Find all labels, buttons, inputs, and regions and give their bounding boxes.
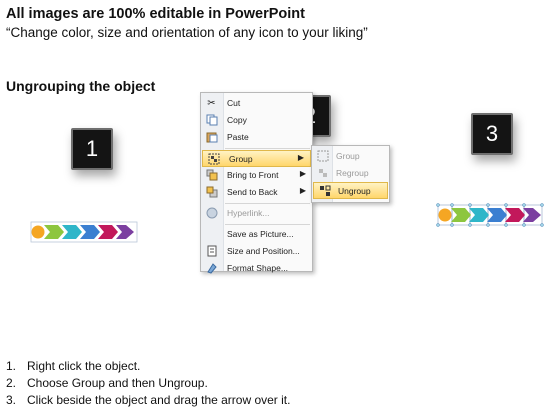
step-text: Click beside the object and drag the arr… [27, 393, 291, 407]
arrow-segment-blue [80, 225, 100, 239]
menu-item-label: Bring to Front [227, 170, 279, 180]
grouped-arrow-object[interactable] [28, 218, 140, 246]
bring-to-front-icon [205, 169, 218, 182]
menu-item-hyperlink[interactable]: Hyperlink... [201, 205, 312, 222]
step-number: 1. [6, 359, 17, 373]
arrow-segment-red [505, 208, 525, 222]
chevron-right-icon: ▶ [299, 186, 306, 195]
menu-separator [225, 148, 310, 149]
arrow-start-circle [438, 208, 452, 222]
menu-item-label: Send to Back [227, 187, 278, 197]
menu-item-size-and-position[interactable]: Size and Position... [201, 243, 312, 260]
scissors-icon: ✂ [207, 98, 216, 109]
step-number: 3. [6, 393, 17, 407]
regroup-icon [316, 167, 329, 180]
arrow-segment-green [44, 225, 64, 239]
menu-item-label: Group [229, 154, 253, 164]
step-badge-3: 3 [471, 113, 513, 155]
section-title: Ungrouping the object [6, 78, 156, 94]
menu-item-save-as-picture[interactable]: Save as Picture... [201, 226, 312, 243]
menu-item-label: Hyperlink... [227, 208, 270, 218]
menu-item-paste[interactable]: Paste [201, 129, 312, 146]
instruction-steps: 1. Right click the object. 2. Choose Group… [6, 358, 290, 409]
submenu-item-regroup[interactable]: Regroup [312, 165, 389, 182]
menu-item-bring-to-front[interactable]: Bring to Front ▶ [201, 167, 312, 184]
arrow-segment-green [451, 208, 471, 222]
arrow-segment-purple [116, 225, 134, 239]
ungroup-icon [318, 185, 331, 198]
step-1: 1. Right click the object. [6, 358, 290, 375]
menu-item-label: Format Shape... [227, 263, 288, 273]
menu-item-label: Save as Picture... [227, 229, 294, 239]
chevron-right-icon: ▶ [297, 153, 304, 162]
page-title: All images are 100% editable in PowerPoi… [6, 6, 305, 22]
menu-item-send-to-back[interactable]: Send to Back ▶ [201, 184, 312, 201]
arrow-segment-red [98, 225, 118, 239]
paste-icon [205, 131, 218, 144]
group-icon [316, 150, 329, 163]
format-shape-icon [205, 262, 218, 275]
menu-item-format-shape[interactable]: Format Shape... [201, 260, 312, 277]
arrow-segment-teal [62, 225, 82, 239]
ungrouped-arrow-object[interactable] [434, 199, 546, 231]
arrow-segment-purple [523, 208, 541, 222]
step-3: 3. Click beside the object and drag the a… [6, 392, 290, 409]
step-2: 2. Choose Group and then Ungroup. [6, 375, 290, 392]
submenu-item-group[interactable]: Group [312, 148, 389, 165]
menu-item-label: Size and Position... [227, 246, 300, 256]
context-menu: ✂ Cut Copy Paste Group ▶ Bring to Front … [200, 92, 313, 274]
menu-item-label: Group [336, 151, 360, 161]
arrow-segment-teal [469, 208, 489, 222]
menu-item-cut[interactable]: ✂ Cut [201, 95, 312, 112]
submenu-item-ungroup[interactable]: Ungroup [313, 182, 388, 199]
arrow-start-circle [31, 225, 45, 239]
page-subtitle: “Change color, size and orientation of a… [6, 25, 368, 40]
copy-icon [205, 114, 218, 127]
step-number: 2. [6, 376, 17, 390]
arrow-segment-blue [487, 208, 507, 222]
step-text: Choose Group and then Ungroup. [27, 376, 208, 390]
menu-separator [225, 203, 310, 204]
menu-item-label: Copy [227, 115, 247, 125]
step-text: Right click the object. [27, 359, 141, 373]
group-submenu: Group Regroup Ungroup [311, 145, 390, 203]
chevron-right-icon: ▶ [299, 169, 306, 178]
menu-item-copy[interactable]: Copy [201, 112, 312, 129]
menu-separator [225, 224, 310, 225]
step-badge-1: 1 [71, 128, 113, 170]
size-position-icon [205, 245, 218, 258]
menu-item-group[interactable]: Group ▶ [202, 150, 311, 167]
send-to-back-icon [205, 186, 218, 199]
hyperlink-icon [205, 207, 218, 220]
menu-item-label: Regroup [336, 168, 369, 178]
menu-item-label: Cut [227, 98, 241, 108]
group-icon [207, 153, 220, 166]
menu-item-label: Ungroup [338, 186, 371, 196]
menu-item-label: Paste [227, 132, 249, 142]
